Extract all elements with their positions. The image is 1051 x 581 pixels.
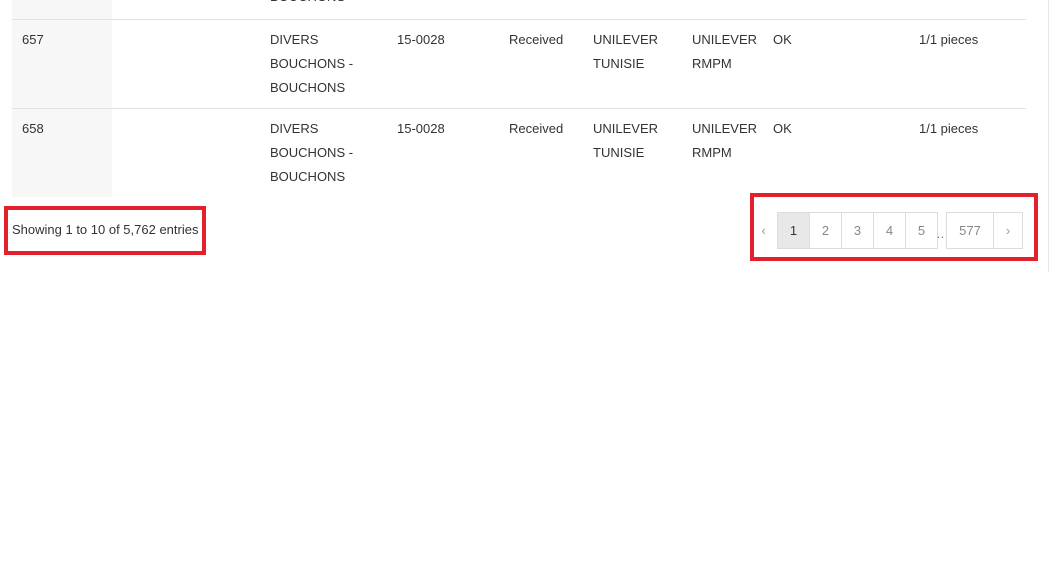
scrollbar-edge[interactable] — [1048, 0, 1049, 272]
cell-id: 657 — [22, 32, 44, 47]
cell-supplier: UNILEVER RMPM — [692, 121, 758, 160]
page: BOUCHONS 657 DIVERS BOUCHONS - BOUCHONS … — [0, 0, 1051, 581]
highlight-box-info — [4, 206, 206, 255]
cell-description: BOUCHONS — [270, 0, 380, 9]
cell-status: Received — [509, 121, 564, 136]
table-row: BOUCHONS — [12, 0, 1026, 20]
cell-client: UNILEVER TUNISIE — [593, 121, 659, 160]
highlight-box-pagination — [750, 193, 1038, 261]
cell-reference: 15-0028 — [397, 32, 445, 47]
cell-state: OK — [773, 32, 792, 47]
cell-description: DIVERS BOUCHONS - BOUCHONS — [270, 32, 354, 95]
table-row[interactable]: 657 DIVERS BOUCHONS - BOUCHONS 15-0028 R… — [12, 20, 1026, 109]
cell-quantity: 1/1 pieces — [919, 121, 979, 136]
cell-client: UNILEVER TUNISIE — [593, 32, 659, 71]
cell-state: OK — [773, 121, 792, 136]
cell-description: DIVERS BOUCHONS - BOUCHONS — [270, 121, 354, 184]
cell-quantity: 1/1 pieces — [919, 32, 979, 47]
table-row[interactable]: 658 DIVERS BOUCHONS - BOUCHONS 15-0028 R… — [12, 109, 1026, 197]
cell-id: 658 — [22, 121, 44, 136]
cell-status: Received — [509, 32, 564, 47]
cell-supplier: UNILEVER RMPM — [692, 32, 758, 71]
cell-reference: 15-0028 — [397, 121, 445, 136]
